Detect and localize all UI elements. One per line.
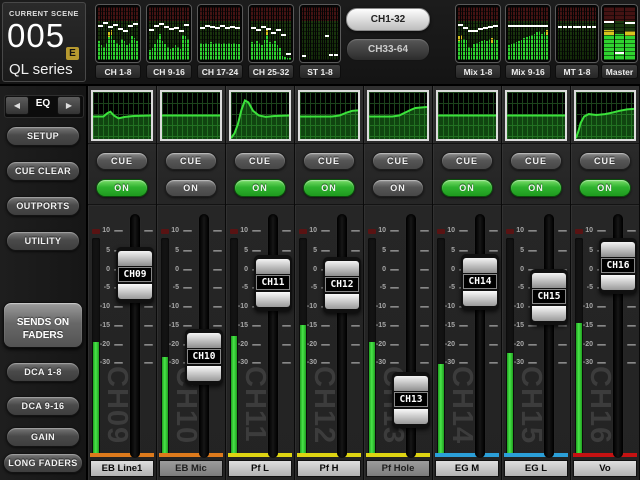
cap-shine — [187, 366, 221, 381]
meter-block-ch9-16[interactable] — [146, 4, 192, 63]
cap-shine — [118, 284, 152, 299]
sends-on-faders-button[interactable]: SENDS ON FADERS — [3, 302, 83, 348]
meter-tab-mix9-16: Mix 9-16 — [505, 64, 551, 79]
fader-cap[interactable]: CH14 — [461, 254, 499, 310]
fader-cap[interactable]: CH16 — [599, 238, 637, 294]
console-model: QL series — [9, 61, 73, 78]
fader-cap[interactable]: CH10 — [185, 329, 223, 385]
cap-shine — [601, 275, 635, 290]
fader-track[interactable] — [475, 214, 485, 458]
fader-track[interactable] — [544, 214, 554, 458]
cap-label: CH15 — [532, 289, 566, 304]
meter-tab-st1-8: ST 1-8 — [299, 64, 341, 79]
scene-number: 005 — [7, 17, 65, 55]
cap-shine — [118, 251, 152, 266]
meter-block-ch1-8[interactable] — [95, 4, 141, 63]
sidebar: ◀ EQ ▶ SETUP CUE CLEAR OUTPORTS UTILITY … — [0, 86, 88, 480]
cap-shine — [187, 333, 221, 348]
meter-block-mt1-8[interactable] — [555, 4, 599, 63]
dca-1-8-button[interactable]: DCA 1-8 — [6, 362, 80, 382]
meter-block-master[interactable] — [601, 4, 638, 63]
cue-clear-button[interactable]: CUE CLEAR — [6, 161, 80, 181]
meter-block-mix9-16[interactable] — [505, 4, 551, 63]
bank-button-ch1-32[interactable]: CH1-32 — [346, 8, 430, 31]
meter-block-mix1-8[interactable] — [455, 4, 501, 63]
channel-strip-ch12: CUE ON 1050-5-10-15-20-30 CH12 CH12 Pf H — [295, 86, 363, 480]
ql-mixer-screen: CURRENT SCENE 005 E QL series CH 1-8 CH … — [0, 0, 640, 480]
meter-tab-ch9-16: CH 9-16 — [146, 64, 192, 79]
meter-tab-master: Master — [601, 64, 638, 79]
cap-label: CH09 — [118, 267, 152, 282]
top-bar: CURRENT SCENE 005 E QL series CH 1-8 CH … — [0, 0, 640, 86]
cap-shine — [256, 292, 290, 307]
cap-label: CH14 — [463, 274, 497, 289]
channel-strip-ch09: CUE ON 1050-5-10-15-20-30 CH09 CH09 EB L… — [88, 86, 156, 480]
channel-strip-ch16: CUE ON 1050-5-10-15-20-30 CH16 CH16 Vo — [571, 86, 639, 480]
fader-track[interactable] — [337, 214, 347, 458]
fader-cap[interactable]: CH12 — [323, 257, 361, 313]
fader-cap[interactable]: CH11 — [254, 255, 292, 311]
meter-block-ch25-32[interactable] — [248, 4, 294, 63]
outports-button[interactable]: OUTPORTS — [6, 196, 80, 216]
meter-block-st1-8[interactable] — [299, 4, 341, 63]
cap-shine — [601, 242, 635, 257]
cap-label: CH12 — [325, 277, 359, 292]
fader-cap[interactable]: CH09 — [116, 247, 154, 303]
eq-nav-next-button[interactable]: ▶ — [57, 96, 81, 115]
meter-tab-ch17-24: CH 17-24 — [197, 64, 243, 79]
channel-strip-ch10: CUE ON 1050-5-10-15-20-30 CH10 CH10 EB M… — [157, 86, 225, 480]
channel-strip-ch14: CUE ON 1050-5-10-15-20-30 CH14 CH14 EG M — [433, 86, 501, 480]
channel-strip-ch13: CUE ON 1050-5-10-15-20-30 CH13 CH13 Pf H… — [364, 86, 432, 480]
dca-9-16-button[interactable]: DCA 9-16 — [6, 396, 80, 416]
eq-nav-label: EQ — [30, 98, 56, 109]
meter-tab-mt1-8: MT 1-8 — [555, 64, 599, 79]
channel-strip-ch11: CUE ON 1050-5-10-15-20-30 CH11 CH11 Pf L — [226, 86, 294, 480]
cap-shine — [256, 259, 290, 274]
fader-track[interactable] — [268, 214, 278, 458]
cap-label: CH13 — [394, 392, 428, 407]
utility-button[interactable]: UTILITY — [6, 231, 80, 251]
cap-label: CH11 — [256, 275, 290, 290]
cap-label: CH10 — [187, 349, 221, 364]
channel-strip-ch15: CUE ON 1050-5-10-15-20-30 CH15 CH15 EG L — [502, 86, 570, 480]
fader-cap[interactable]: CH15 — [530, 269, 568, 325]
arrow-left-icon: ◀ — [14, 101, 20, 110]
arrow-right-icon: ▶ — [66, 101, 72, 110]
eq-nav-prev-button[interactable]: ◀ — [5, 96, 29, 115]
scene-panel[interactable]: CURRENT SCENE 005 E QL series — [2, 2, 86, 82]
long-faders-button[interactable]: LONG FADERS — [3, 453, 83, 473]
meter-tab-ch25-32: CH 25-32 — [248, 64, 294, 79]
cap-shine — [532, 306, 566, 321]
meter-block-ch17-24[interactable] — [197, 4, 243, 63]
cap-shine — [394, 409, 428, 424]
cap-shine — [463, 291, 497, 306]
cap-shine — [394, 376, 428, 391]
meter-tab-ch1-8: CH 1-8 — [95, 64, 141, 79]
meter-tab-mix1-8: Mix 1-8 — [455, 64, 501, 79]
cap-shine — [532, 273, 566, 288]
scene-edit-badge: E — [66, 47, 79, 60]
cap-label: CH16 — [601, 258, 635, 273]
cap-shine — [463, 258, 497, 273]
cap-shine — [325, 294, 359, 309]
gain-button[interactable]: GAIN — [6, 427, 80, 447]
fader-cap[interactable]: CH13 — [392, 372, 430, 428]
bank-button-ch33-64[interactable]: CH33-64 — [346, 38, 430, 61]
setup-button[interactable]: SETUP — [6, 126, 80, 146]
cap-shine — [325, 261, 359, 276]
